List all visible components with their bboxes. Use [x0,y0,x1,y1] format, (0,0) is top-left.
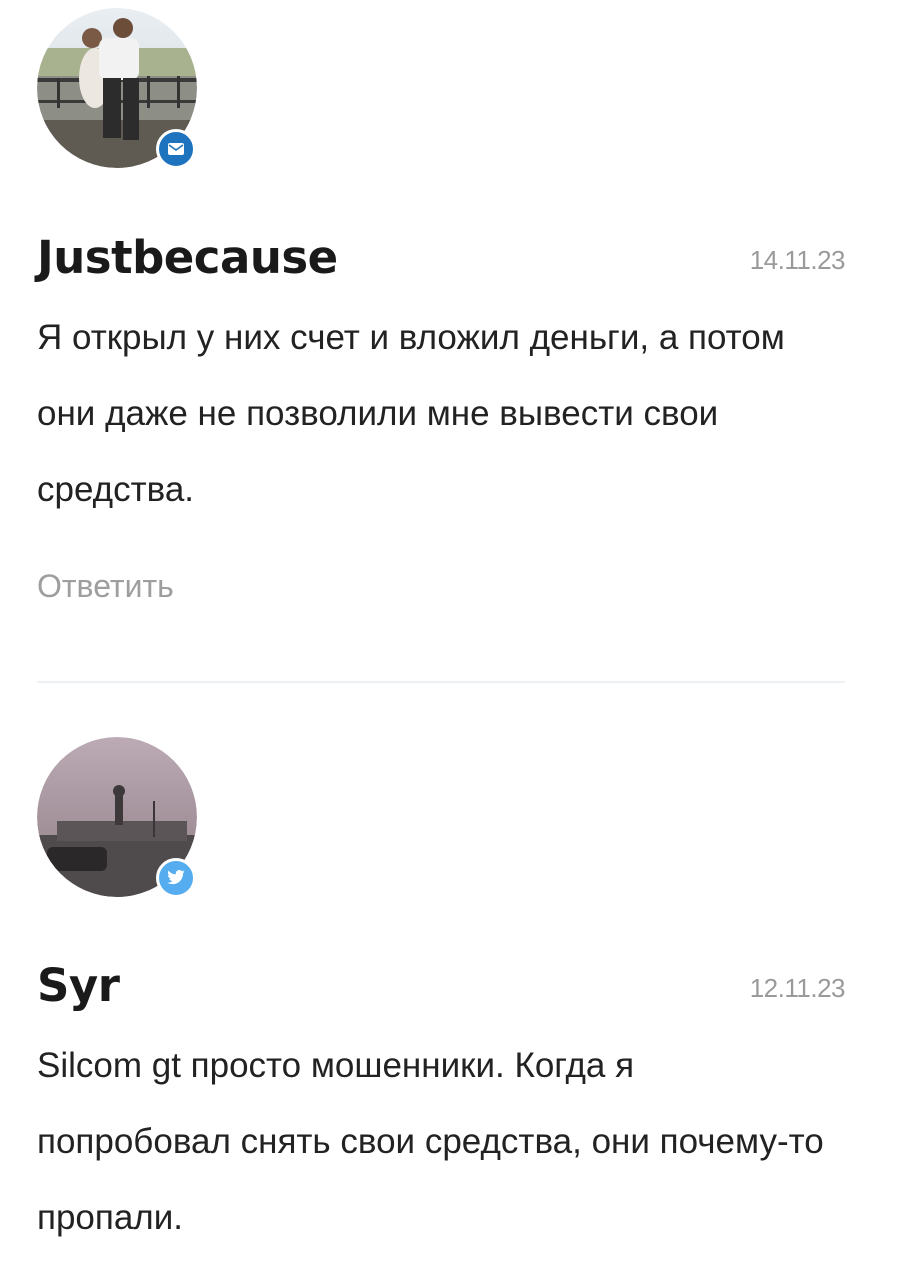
comment-text: Silcom gt просто мошенники. Когда я попр… [37,1046,824,1237]
reply-link[interactable]: Ответить [37,564,174,608]
mail-icon [168,143,184,155]
avatar-container [37,8,199,170]
comment-header: Syr 12.11.23 [37,956,846,1016]
comment-author[interactable]: Justbecause [37,228,338,288]
twitter-icon [167,870,185,885]
comment-date: 12.11.23 [749,973,846,1003]
comment-author[interactable]: Syr [37,956,120,1016]
comment-item: Justbecause 14.11.23 Я открыл у них счет… [37,8,846,608]
badge [156,129,196,169]
comment-date: 14.11.23 [749,245,846,275]
comment-text: Я открыл у них счет и вложил деньги, а п… [37,318,785,509]
comment-item: Syr 12.11.23 Silcom gt просто мошенники.… [37,737,846,1256]
comment-header: Justbecause 14.11.23 [37,228,846,288]
comment-divider [37,681,845,683]
avatar-container [37,737,199,899]
badge [156,858,196,898]
